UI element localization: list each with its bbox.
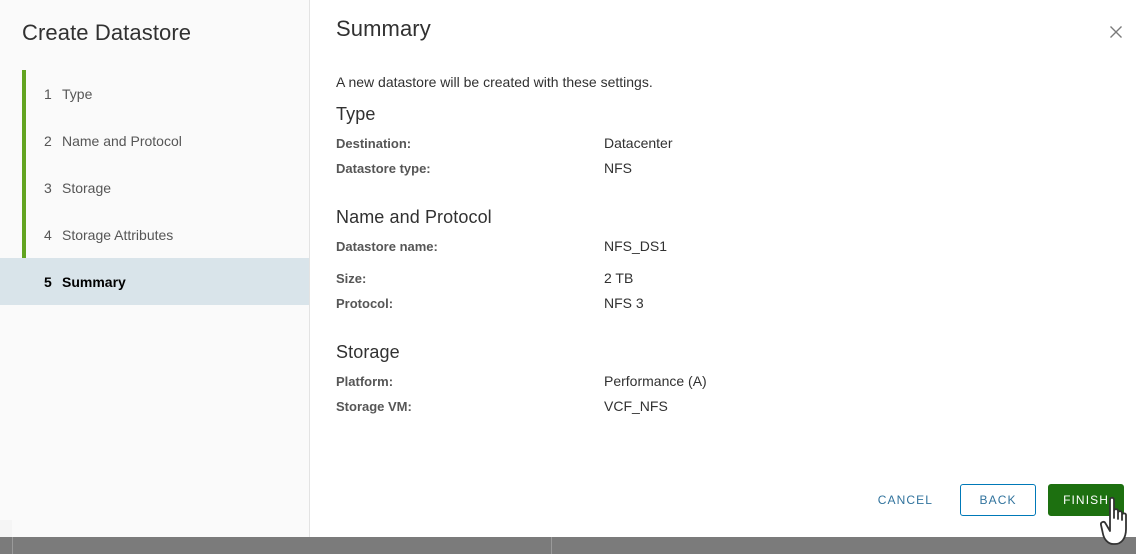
row-label: Storage VM: [336,399,412,414]
background-strip [0,537,1136,554]
sidebar-item-name-and-protocol[interactable]: 2 Name and Protocol [0,117,309,164]
row-value: VCF_NFS [604,398,668,414]
summary-row-platform: Platform: Performance (A) [336,373,1126,398]
sidebar-item-type[interactable]: 1 Type [0,70,309,117]
row-value: NFS [604,160,632,176]
step-number: 3 [44,179,52,196]
step-number: 4 [44,226,52,243]
section-title: Storage [336,342,400,362]
step-label: Name and Protocol [62,132,182,149]
wizard-sidebar: Create Datastore 1 Type 2 Name and Proto… [0,0,310,537]
step-number: 1 [44,85,52,102]
background-strip-divider [12,537,13,554]
summary-section-storage: Storage Platform: Performance (A) Storag… [336,342,1126,423]
sidebar-item-storage[interactable]: 3 Storage [0,164,309,211]
step-label: Summary [62,273,126,290]
summary-intro-text: A new datastore will be created with the… [336,74,653,90]
summary-sections: Type Destination: Datacenter Datastore t… [336,104,1126,425]
section-title: Name and Protocol [336,207,492,227]
summary-section-name-and-protocol: Name and Protocol Datastore name: NFS_DS… [336,207,1126,320]
back-button[interactable]: BACK [960,484,1037,516]
page-title: Summary [336,16,431,41]
step-label: Storage [62,179,112,196]
create-datastore-wizard: Create Datastore 1 Type 2 Name and Proto… [0,0,1136,537]
finish-button[interactable]: FINISH [1048,484,1124,516]
summary-row-size: Size: 2 TB [336,270,1126,295]
summary-row-datastore-type: Datastore type: NFS [336,160,1126,185]
wizard-step-list: 1 Type 2 Name and Protocol 3 Storage 4 S… [0,70,309,305]
row-label: Destination: [336,136,412,151]
row-label: Platform: [336,374,394,389]
summary-row-storage-vm: Storage VM: VCF_NFS [336,398,1126,423]
row-label: Datastore name: [336,239,438,254]
step-label: Type [62,85,93,102]
section-title: Type [336,104,376,124]
row-value: Performance (A) [604,373,707,389]
summary-row-datastore-name: Datastore name: NFS_DS1 [336,238,1126,263]
wizard-content-pane: Summary A new datastore will be created … [310,0,1136,537]
dialog-edge-shadow [0,520,12,537]
wizard-title: Create Datastore [22,20,192,45]
background-strip-divider [551,537,552,554]
summary-section-type: Type Destination: Datacenter Datastore t… [336,104,1126,185]
row-label: Size: [336,271,367,286]
row-label: Datastore type: [336,161,431,176]
row-value: NFS 3 [604,295,644,311]
summary-row-protocol: Protocol: NFS 3 [336,295,1126,320]
close-icon[interactable] [1102,18,1130,46]
wizard-footer: CANCEL BACK FINISH [863,484,1124,516]
sidebar-item-storage-attributes[interactable]: 4 Storage Attributes [0,211,309,258]
step-label: Storage Attributes [62,226,174,243]
summary-row-destination: Destination: Datacenter [336,135,1126,160]
step-number: 2 [44,132,52,149]
row-label: Protocol: [336,296,394,311]
row-value: 2 TB [604,270,634,286]
row-value: NFS_DS1 [604,238,668,254]
row-value: Datacenter [604,135,673,151]
cancel-button[interactable]: CANCEL [863,484,948,516]
step-number: 5 [44,273,52,290]
sidebar-item-summary[interactable]: 5 Summary [0,258,309,305]
